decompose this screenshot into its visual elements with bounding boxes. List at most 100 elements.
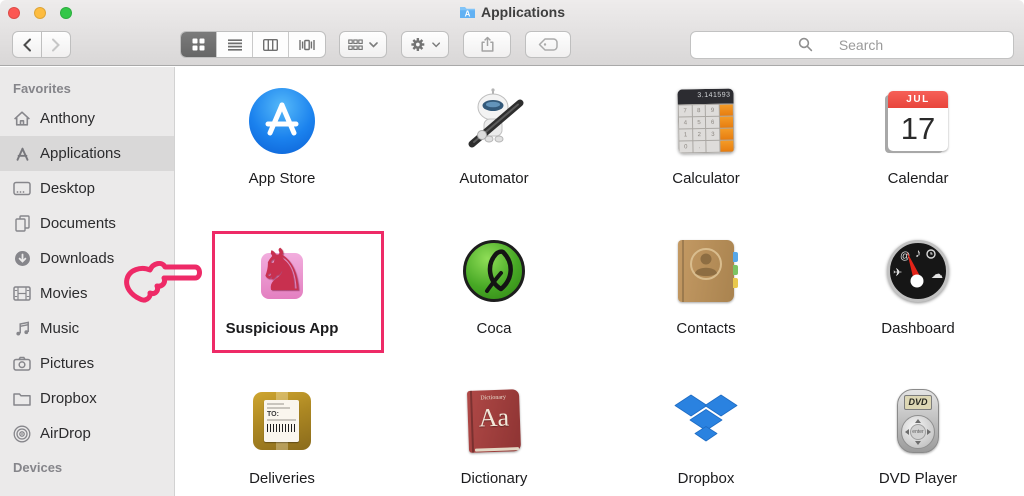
file-browser-content: App Store — [176, 67, 1024, 496]
app-item-calculator[interactable]: 3.141593 789 456 123 0. Calculator — [600, 83, 812, 233]
deliveries-to-text: TO: — [267, 411, 296, 418]
calendar-month: JUL — [888, 91, 948, 108]
airdrop-icon — [13, 425, 31, 443]
sidebar-item-documents[interactable]: Documents — [0, 206, 174, 241]
dvd-screen-text: DVD — [904, 395, 932, 410]
dictionary-cover-title: Dictionary — [467, 389, 519, 402]
app-label: Calendar — [888, 170, 949, 187]
sidebar-item-music[interactable]: Music — [0, 311, 174, 346]
devices-header: Devices — [0, 460, 174, 480]
back-button[interactable] — [12, 31, 42, 58]
applications-icon — [13, 145, 31, 163]
app-item-deliveries[interactable]: TO: Deliveries — [176, 383, 388, 496]
app-item-automator[interactable]: Automator — [388, 83, 600, 233]
finder-window: A Applications — [0, 0, 1024, 496]
grid-view-icon — [192, 38, 205, 51]
documents-icon — [13, 215, 31, 233]
app-label: Automator — [459, 170, 528, 187]
app-item-coca[interactable]: Coca — [388, 233, 600, 383]
app-label: Coca — [476, 320, 511, 337]
contacts-icon — [678, 240, 734, 302]
chevron-down-icon — [369, 42, 378, 48]
chevron-left-icon — [22, 38, 32, 52]
app-item-dictionary[interactable]: Dictionary Aa Dictionary — [388, 383, 600, 496]
app-label: Dropbox — [678, 470, 735, 487]
app-item-app-store[interactable]: App Store — [176, 83, 388, 233]
calculator-display: 3.141593 — [677, 89, 733, 105]
tag-icon — [538, 38, 558, 51]
share-button[interactable] — [463, 31, 511, 58]
app-label: App Store — [249, 170, 316, 187]
app-item-contacts[interactable]: Contacts — [600, 233, 812, 383]
dictionary-aa-text: Aa — [467, 402, 520, 434]
view-mode-segmented-control — [180, 31, 326, 58]
cover-flow-view-button[interactable] — [289, 32, 325, 57]
app-item-dvd-player[interactable]: DVD enter DVD Player — [812, 383, 1024, 496]
app-grid: App Store — [176, 67, 1024, 496]
share-icon — [479, 36, 496, 53]
arrange-button[interactable] — [339, 31, 387, 58]
dashboard-icon: @ ♪ ✈ ☁ — [887, 240, 949, 302]
app-label: Dictionary — [461, 470, 528, 487]
search-field-container — [690, 31, 1014, 59]
calculator-icon: 3.141593 789 456 123 0. — [677, 89, 734, 154]
contacts-tab-yellow — [733, 278, 738, 288]
window-title: A Applications — [0, 4, 1024, 22]
sidebar-item-dropbox[interactable]: Dropbox — [0, 381, 174, 416]
sidebar-item-desktop[interactable]: Desktop — [0, 171, 174, 206]
dropbox-icon — [672, 387, 740, 455]
applications-folder-icon: A — [459, 5, 476, 22]
app-store-icon — [249, 88, 315, 154]
forward-button[interactable] — [41, 31, 71, 58]
action-menu-button[interactable] — [401, 31, 449, 58]
sidebar: Favorites Anthony Applications Desktop D… — [0, 67, 175, 496]
favorites-header: Favorites — [0, 81, 174, 101]
window-chrome: A Applications — [0, 0, 1024, 66]
coca-icon — [463, 240, 525, 302]
contacts-tab-green — [733, 265, 738, 275]
search-icon — [798, 37, 813, 52]
icon-view-button[interactable] — [181, 32, 217, 57]
sidebar-item-movies[interactable]: Movies — [0, 276, 174, 311]
column-view-button[interactable] — [253, 32, 289, 57]
tag-button[interactable] — [525, 31, 571, 58]
dvd-dpad-icon: enter — [901, 415, 935, 449]
app-label: DVD Player — [879, 470, 957, 487]
app-label: Contacts — [676, 320, 735, 337]
app-item-calendar[interactable]: JUL 17 Calendar — [812, 83, 1024, 233]
pictures-icon — [13, 355, 31, 373]
chevron-down-icon — [432, 42, 440, 48]
app-item-suspicious-app[interactable]: ♞ Suspicious App — [176, 233, 388, 383]
dvd-player-icon: DVD enter — [897, 389, 939, 453]
movies-icon — [13, 285, 31, 303]
calculator-keypad: 789 456 123 0. — [678, 104, 735, 154]
shipping-label: TO: — [264, 400, 299, 442]
gauge-needle-icon — [890, 243, 946, 299]
sidebar-item-anthony[interactable]: Anthony — [0, 101, 174, 136]
app-label: Dashboard — [881, 320, 954, 337]
sidebar-item-airdrop[interactable]: AirDrop — [0, 416, 174, 451]
deliveries-icon: TO: — [253, 392, 311, 450]
downloads-icon — [13, 250, 31, 268]
sidebar-item-applications[interactable]: Applications — [0, 136, 174, 171]
folder-icon — [13, 390, 31, 408]
home-icon — [13, 110, 31, 128]
calendar-day: 17 — [888, 108, 948, 149]
app-item-dropbox[interactable]: Dropbox — [600, 383, 812, 496]
list-view-icon — [228, 39, 242, 51]
gear-icon — [410, 36, 426, 53]
automator-icon — [460, 87, 528, 155]
app-item-dashboard[interactable]: @ ♪ ✈ ☁ Dashboard — [812, 233, 1024, 383]
sidebar-item-downloads[interactable]: Downloads — [0, 241, 174, 276]
svg-text:A: A — [465, 10, 471, 19]
arrange-icon — [348, 39, 363, 51]
music-icon — [13, 320, 31, 338]
search-input[interactable] — [690, 31, 1014, 59]
contacts-tab-blue — [733, 252, 738, 262]
dictionary-icon: Dictionary Aa — [467, 389, 521, 453]
calendar-icon: JUL 17 — [888, 91, 948, 151]
list-view-button[interactable] — [217, 32, 253, 57]
suspicious-app-icon: ♞ — [256, 238, 308, 304]
sidebar-item-pictures[interactable]: Pictures — [0, 346, 174, 381]
app-label: Suspicious App — [226, 320, 339, 337]
